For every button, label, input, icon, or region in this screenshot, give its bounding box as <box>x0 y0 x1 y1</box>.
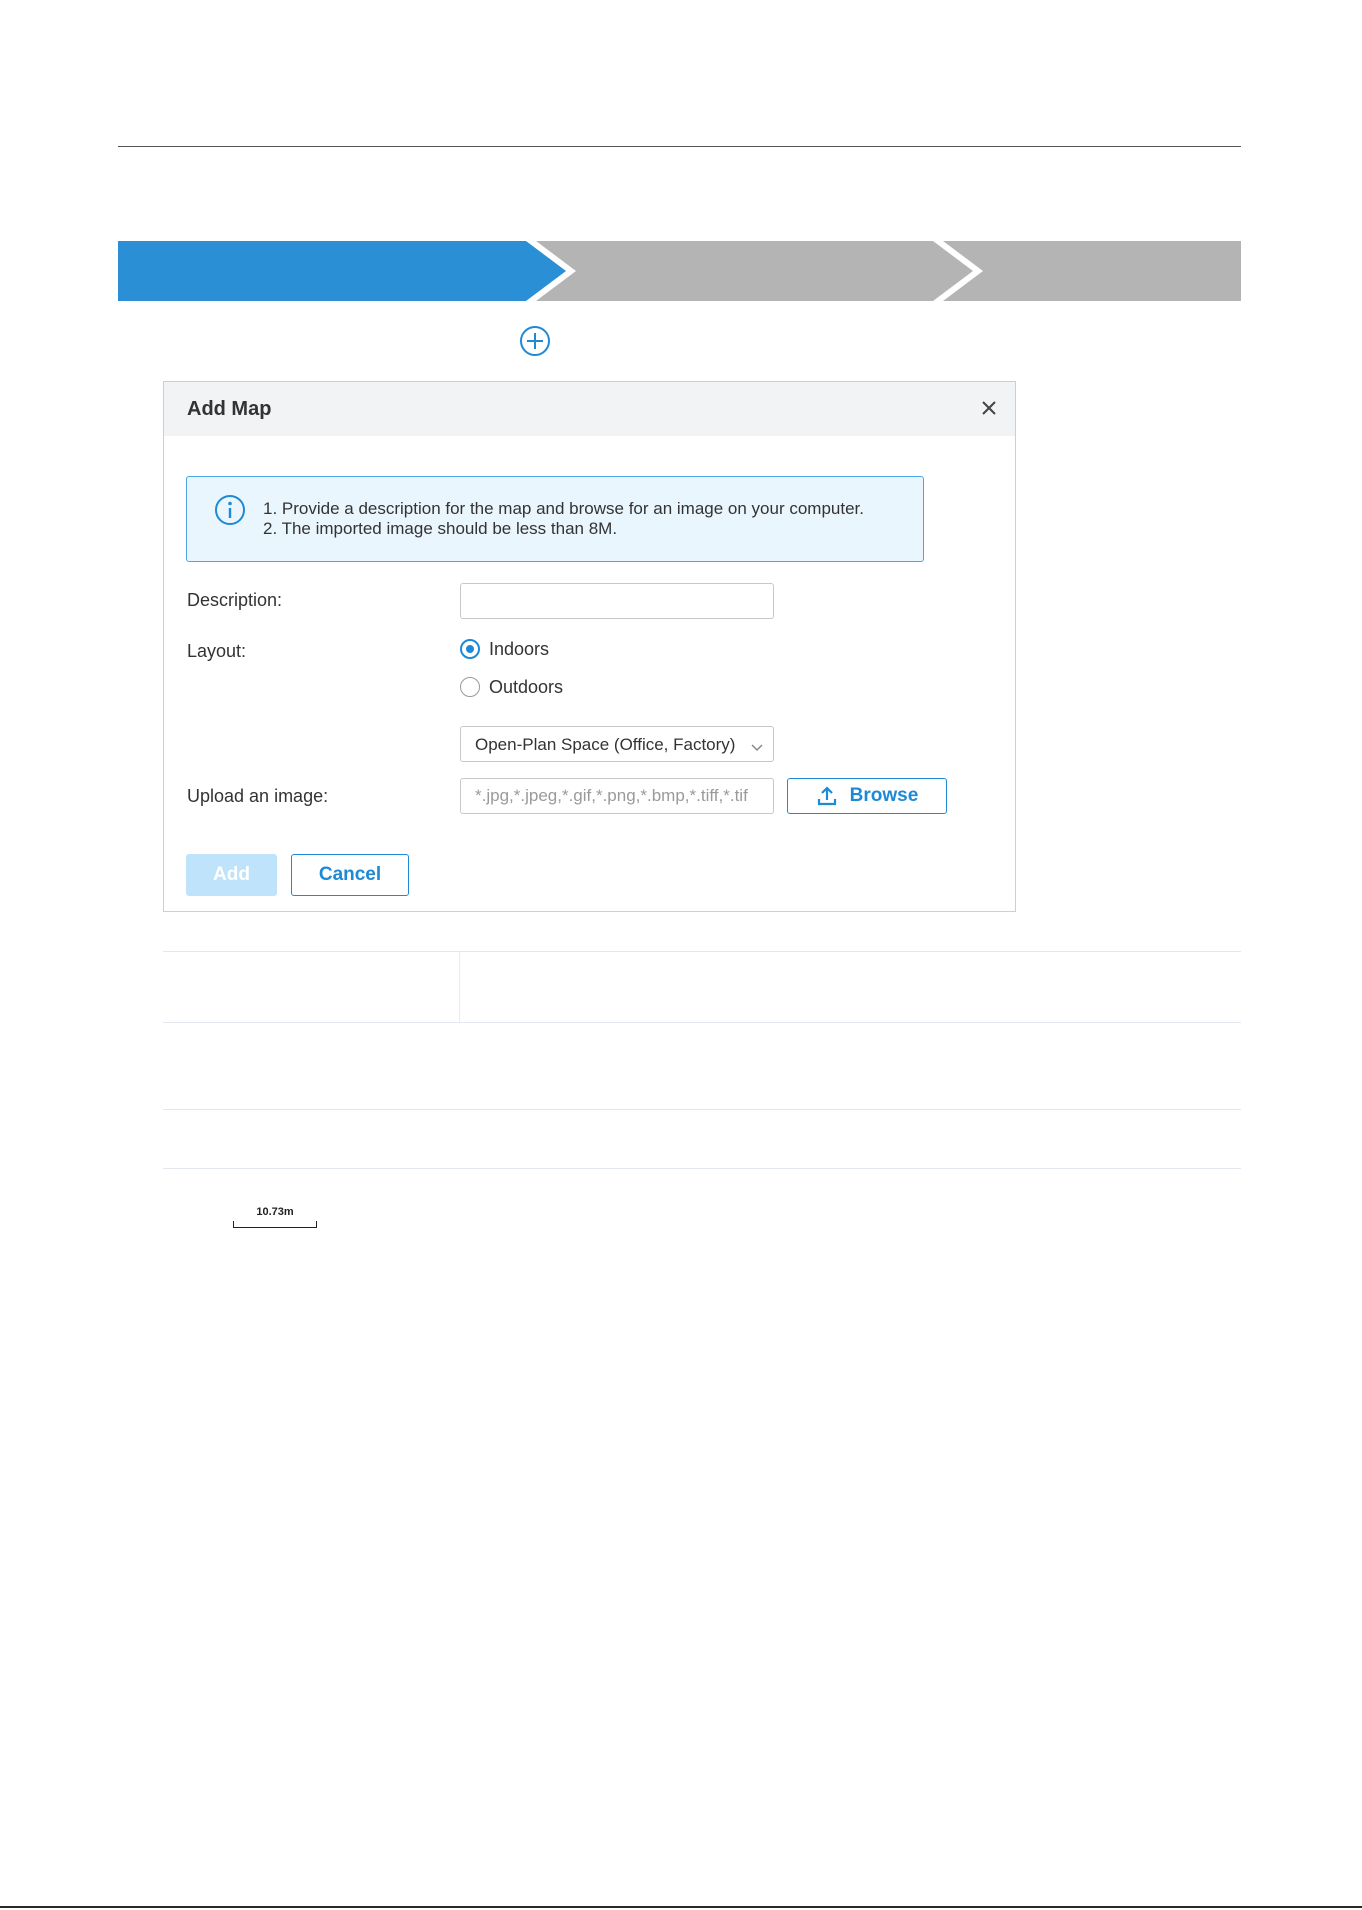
plus-circle-icon[interactable] <box>519 325 551 357</box>
radio-outdoors[interactable]: Outdoors <box>460 674 563 700</box>
browse-label: Browse <box>849 785 919 806</box>
radio-indoors[interactable]: Indoors <box>460 636 549 662</box>
add-button[interactable]: Add <box>186 854 277 896</box>
add-map-dialog: Add Map 1. Provide a description for the… <box>163 381 1016 912</box>
description-input[interactable] <box>460 583 774 619</box>
map-scale-bar: 10.73m <box>233 1206 317 1228</box>
info-icon <box>214 494 246 526</box>
upload-label: Upload an image: <box>187 786 329 806</box>
info-notice: 1. Provide a description for the map and… <box>186 476 924 562</box>
wizard-stepper <box>118 241 1241 301</box>
radio-outdoors-unchecked[interactable] <box>460 677 480 697</box>
dialog-title: Add Map <box>187 398 272 420</box>
dialog-header: Add Map <box>164 382 1015 436</box>
footer-divider <box>0 1906 1362 1908</box>
radio-outdoors-label: Outdoors <box>489 676 564 697</box>
browse-button[interactable]: Browse <box>787 778 947 814</box>
info-line-2: 2. The imported image should be less tha… <box>263 519 618 538</box>
table-divider <box>163 1022 1241 1023</box>
table-divider <box>163 951 1241 952</box>
step-2 <box>536 241 973 301</box>
upload-icon <box>816 785 838 807</box>
header-divider <box>118 146 1241 147</box>
table-divider <box>163 1168 1241 1169</box>
step-3 <box>943 241 1241 301</box>
table-divider <box>163 1109 1241 1110</box>
info-line-1: 1. Provide a description for the map and… <box>263 499 864 518</box>
close-icon[interactable] <box>979 398 999 418</box>
radio-indoors-checked[interactable] <box>460 639 480 659</box>
radio-indoors-label: Indoors <box>489 638 550 659</box>
chevron-down-icon <box>750 740 764 752</box>
layout-label: Layout: <box>187 641 247 661</box>
cancel-button[interactable]: Cancel <box>291 854 409 896</box>
space-type-select[interactable]: Open-Plan Space (Office, Factory) <box>460 726 774 762</box>
map-scale-line <box>233 1221 317 1228</box>
upload-path-input[interactable] <box>460 778 774 814</box>
description-label: Description: <box>187 590 283 610</box>
table-column-divider <box>459 951 460 1022</box>
space-type-selected-value: Open-Plan Space (Office, Factory) <box>475 735 736 754</box>
map-scale-label: 10.73m <box>256 1206 294 1218</box>
step-1-active <box>118 241 566 301</box>
